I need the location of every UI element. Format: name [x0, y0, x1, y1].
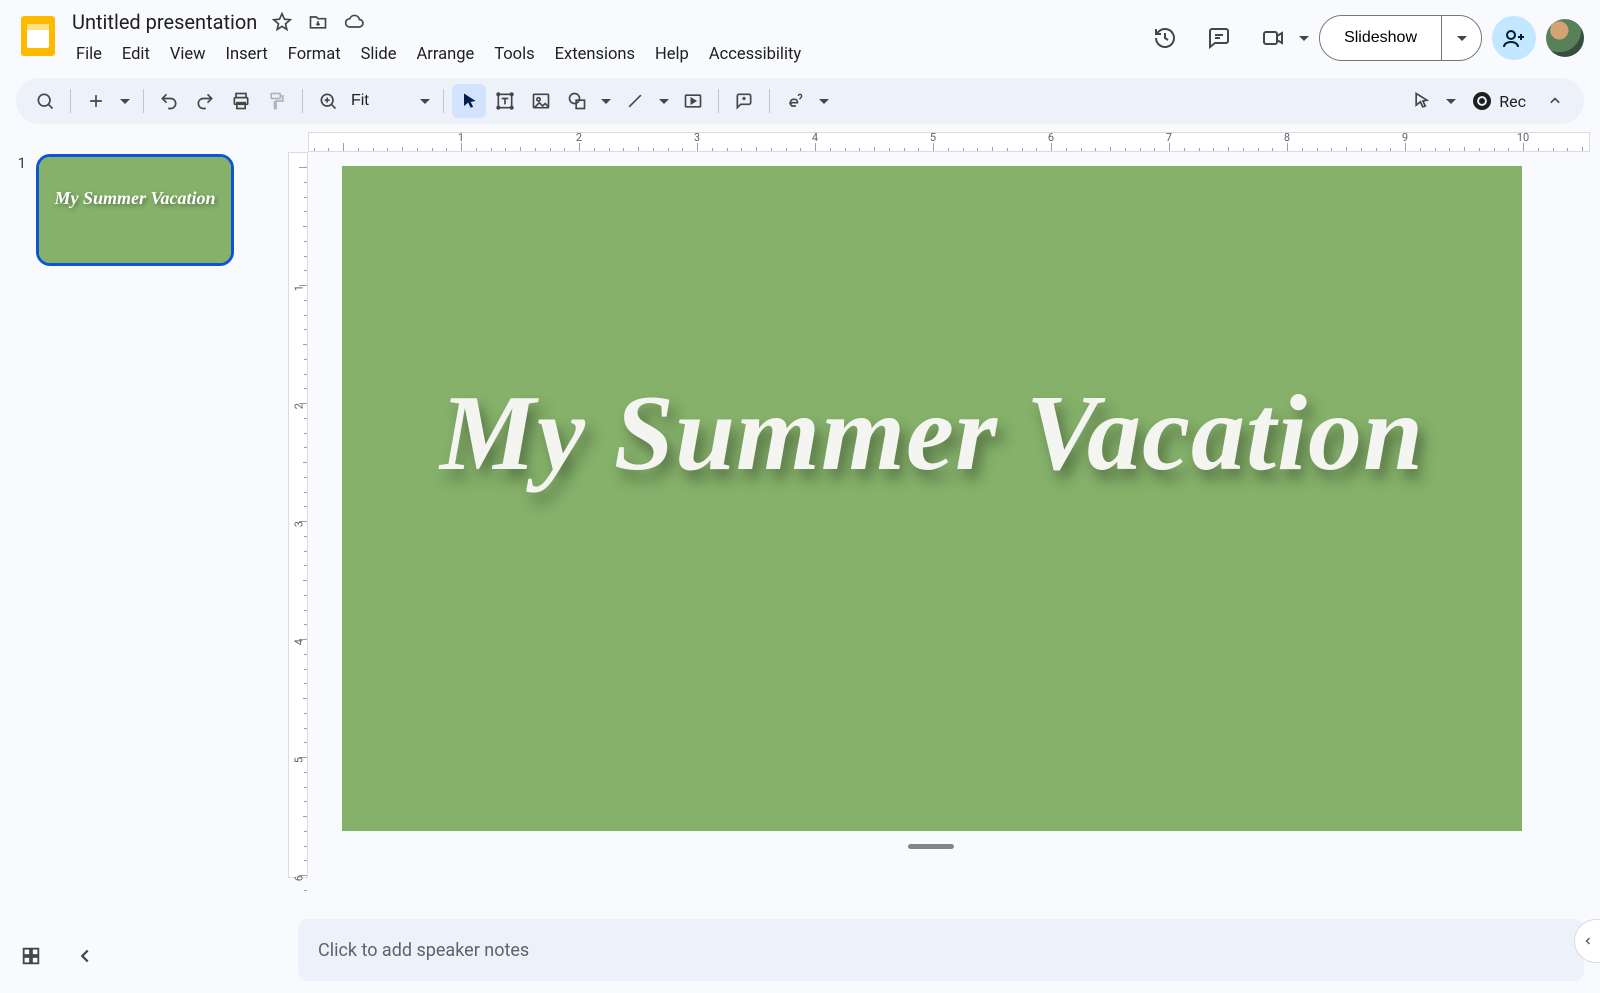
history-icon[interactable]	[1143, 16, 1187, 60]
slide-canvas[interactable]: My Summer Vacation	[342, 166, 1522, 831]
app-header: Untitled presentation File Edit View Ins…	[0, 0, 1600, 72]
new-slide-dropdown[interactable]	[115, 84, 135, 118]
toolbar-separator	[143, 89, 144, 113]
new-slide-button[interactable]	[79, 84, 113, 118]
grid-view-icon[interactable]	[16, 941, 46, 971]
menu-file[interactable]: File	[66, 41, 112, 68]
cloud-status-icon[interactable]	[337, 5, 371, 39]
menu-view[interactable]: View	[160, 41, 216, 68]
menu-accessibility[interactable]: Accessibility	[699, 41, 811, 68]
undo-button[interactable]	[152, 84, 186, 118]
horizontal-ruler[interactable]: 12345678910	[308, 132, 1590, 152]
app-logo-icon[interactable]	[16, 8, 60, 64]
thumbnail-title: My Summer Vacation	[54, 189, 215, 207]
insert-image-button[interactable]	[524, 84, 558, 118]
shape-dropdown[interactable]	[596, 84, 616, 118]
slide-canvas-wrapper: My Summer Vacation	[342, 166, 1522, 831]
chevron-down-icon	[420, 99, 430, 104]
thumbnail-number: 1	[14, 154, 26, 172]
collapse-filmstrip-icon[interactable]	[70, 941, 100, 971]
slideshow-split-button: Slideshow	[1319, 15, 1482, 61]
slideshow-button[interactable]: Slideshow	[1320, 16, 1441, 60]
select-tool-button[interactable]	[452, 84, 486, 118]
share-button[interactable]	[1492, 16, 1536, 60]
shape-button[interactable]	[560, 84, 594, 118]
menu-tools[interactable]: Tools	[484, 41, 544, 68]
toolbar-separator	[70, 89, 71, 113]
line-button[interactable]	[618, 84, 652, 118]
notes-drag-handle[interactable]	[908, 844, 954, 849]
move-icon[interactable]	[301, 5, 335, 39]
slide-title-text[interactable]: My Summer Vacation	[440, 380, 1424, 488]
record-label: Rec	[1499, 92, 1526, 111]
document-title[interactable]: Untitled presentation	[66, 10, 263, 34]
chevron-down-icon	[120, 99, 130, 104]
comments-icon[interactable]	[1197, 16, 1241, 60]
canvas-area: 12345678910 123456 My Summer Vacation Cl…	[262, 132, 1600, 993]
insert-video-button[interactable]	[676, 84, 710, 118]
bottom-left-controls	[16, 941, 100, 971]
vertical-ruler[interactable]: 123456	[288, 152, 308, 878]
pointer-button[interactable]	[1405, 84, 1439, 118]
pointer-dropdown[interactable]	[1441, 84, 1461, 118]
toolbar: Rec	[16, 78, 1584, 124]
search-menus-button[interactable]	[28, 84, 62, 118]
slideshow-dropdown[interactable]	[1441, 16, 1481, 60]
print-button[interactable]	[224, 84, 258, 118]
toolbar-separator	[302, 89, 303, 113]
workspace: 1 My Summer Vacation 12345678910 123456 …	[0, 132, 1600, 993]
spelling-button[interactable]	[778, 84, 812, 118]
textbox-button[interactable]	[488, 84, 522, 118]
menu-edit[interactable]: Edit	[112, 41, 160, 68]
zoom-dropdown[interactable]	[415, 84, 435, 118]
menu-slide[interactable]: Slide	[351, 41, 407, 68]
menu-bar: File Edit View Insert Format Slide Arran…	[66, 38, 1143, 70]
slide-thumbnail[interactable]: My Summer Vacation	[36, 154, 234, 266]
toolbar-separator	[443, 89, 444, 113]
zoom-tool-button[interactable]	[311, 84, 345, 118]
record-button[interactable]: Rec	[1473, 92, 1526, 111]
chevron-down-icon	[601, 99, 611, 104]
redo-button[interactable]	[188, 84, 222, 118]
star-icon[interactable]	[265, 5, 299, 39]
account-avatar[interactable]	[1546, 19, 1584, 57]
chevron-down-icon	[1446, 99, 1456, 104]
filmstrip: 1 My Summer Vacation	[0, 132, 262, 993]
menu-help[interactable]: Help	[645, 41, 699, 68]
menu-arrange[interactable]: Arrange	[406, 41, 484, 68]
spelling-dropdown[interactable]	[814, 84, 834, 118]
line-dropdown[interactable]	[654, 84, 674, 118]
speaker-notes[interactable]: Click to add speaker notes	[298, 919, 1584, 981]
paint-format-button	[260, 84, 294, 118]
chevron-down-icon	[819, 99, 829, 104]
menu-format[interactable]: Format	[278, 41, 351, 68]
toolbar-collapse-button[interactable]	[1538, 84, 1572, 118]
toolbar-separator	[769, 89, 770, 113]
zoom-level-input[interactable]	[347, 86, 413, 116]
video-call-dropdown-icon[interactable]	[1299, 36, 1309, 41]
toolbar-separator	[718, 89, 719, 113]
chevron-down-icon	[659, 99, 669, 104]
slide-thumbnail-row: 1 My Summer Vacation	[14, 154, 248, 288]
speaker-notes-placeholder: Click to add speaker notes	[318, 940, 529, 961]
record-icon	[1473, 92, 1491, 110]
menu-extensions[interactable]: Extensions	[545, 41, 645, 68]
video-call-icon[interactable]	[1251, 16, 1295, 60]
chevron-down-icon	[1457, 36, 1467, 41]
menu-insert[interactable]: Insert	[216, 41, 278, 68]
insert-comment-button[interactable]	[727, 84, 761, 118]
